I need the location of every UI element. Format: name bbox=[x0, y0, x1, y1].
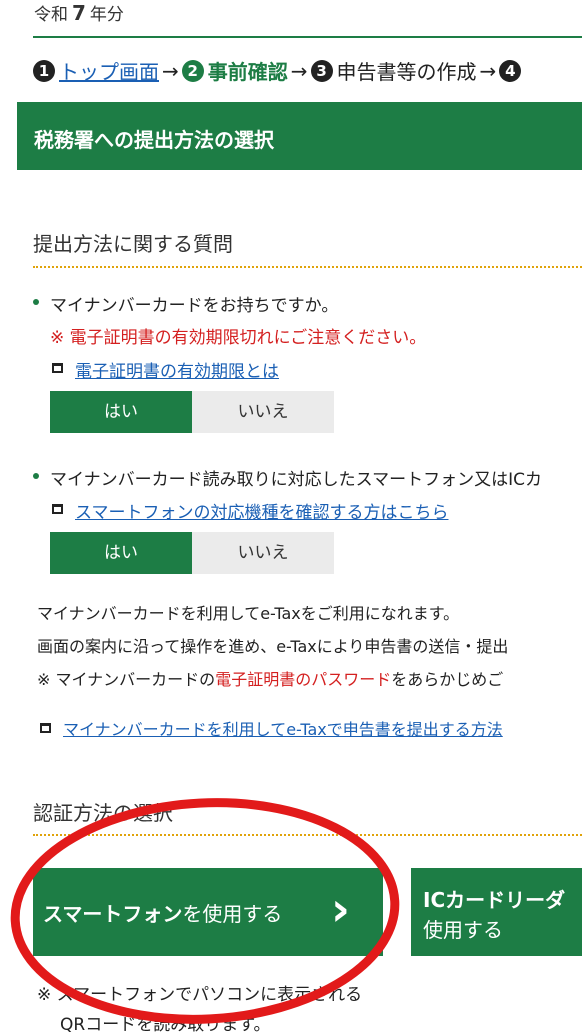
year-number: 7 bbox=[72, 1, 86, 25]
step-arrow: → bbox=[162, 58, 179, 83]
footnote-line-2: QRコードを読み取ります。 bbox=[60, 1015, 271, 1035]
header-divider bbox=[33, 36, 582, 38]
q2-yes-button[interactable]: はい bbox=[50, 532, 192, 574]
year-suffix: 年分 bbox=[89, 5, 124, 25]
q1-text: マイナンバーカードをお持ちですか。 bbox=[32, 291, 338, 316]
step-arrow: → bbox=[290, 58, 308, 83]
page-title-banner: 税務署への提出方法の選択 bbox=[17, 102, 582, 170]
password-highlight: 電子証明書のパスワード bbox=[215, 670, 392, 689]
q1-expiry-link[interactable]: 電子証明書の有効期限とは bbox=[75, 357, 279, 382]
smartphone-auth-button[interactable]: スマートフォンを使用する › bbox=[33, 868, 383, 956]
ic-card-reader-auth-button[interactable]: ICカードリーダ 使用する bbox=[411, 868, 582, 956]
etax-howto-link[interactable]: マイナンバーカードを利用してe-Taxで申告書を提出する方法 bbox=[63, 716, 503, 740]
auth-section-title: 認証方法の選択 bbox=[33, 801, 173, 825]
step-3-label: 申告書等の作成 bbox=[336, 60, 477, 84]
step-2-badge: 2 bbox=[181, 59, 204, 82]
info-line-1: マイナンバーカードを利用してe-Taxをご利用になれます。 bbox=[37, 604, 460, 623]
step-arrow: → bbox=[479, 58, 497, 83]
q1-no-button[interactable]: いいえ bbox=[192, 391, 334, 433]
auth-divider bbox=[33, 834, 582, 836]
era-label: 令和 bbox=[34, 5, 68, 25]
q1-warning: ※ 電子証明書の有効期限切れにご注意ください。 bbox=[50, 328, 427, 348]
step-1-badge: 1 bbox=[33, 59, 55, 82]
smartphone-word: スマートフォン bbox=[43, 902, 183, 926]
questions-divider bbox=[33, 266, 582, 268]
step-1-link[interactable]: トップ画面 bbox=[59, 56, 159, 85]
external-window-icon bbox=[52, 363, 63, 373]
page-title: 税務署への提出方法の選択 bbox=[34, 128, 274, 152]
external-window-icon bbox=[40, 723, 51, 733]
q1-yes-button[interactable]: はい bbox=[50, 391, 192, 433]
ic-reader-label: ICカードリーダ bbox=[423, 884, 565, 913]
ic-reader-use-text: 使用する bbox=[423, 918, 503, 942]
info-line-3: ※ マイナンバーカードの電子証明書のパスワードをあらかじめご bbox=[37, 666, 503, 690]
q2-no-button[interactable]: いいえ bbox=[192, 532, 334, 574]
info-note-suffix: をあらかじめご bbox=[391, 670, 504, 689]
info-line-2: 画面の案内に沿って操作を進め、e-Taxにより申告書の送信・提出 bbox=[37, 637, 509, 656]
info-note-prefix: ※ マイナンバーカードの bbox=[37, 670, 216, 689]
footnote-line-1: ※ スマートフォンでパソコンに表示される bbox=[37, 985, 363, 1005]
smartphone-auth-label: スマートフォンを使用する bbox=[43, 898, 282, 927]
step-2-current: 事前確認 bbox=[207, 60, 288, 84]
step-4-badge: 4 bbox=[499, 59, 522, 82]
external-window-icon bbox=[52, 504, 63, 514]
step-breadcrumb: 1 トップ画面 → 2 事前確認 → 3 申告書等の作成 → 4 bbox=[33, 56, 525, 85]
chevron-right-icon: › bbox=[331, 882, 350, 936]
questions-section-title: 提出方法に関する質問 bbox=[33, 232, 233, 256]
q2-text: マイナンバーカード読み取りに対応したスマートフォン又はICカ bbox=[32, 465, 542, 490]
ic-reader-word: ICカードリーダ bbox=[423, 888, 566, 912]
q2-device-link[interactable]: スマートフォンの対応機種を確認する方はこちら bbox=[75, 498, 449, 523]
tax-year: 令和 7 年分 bbox=[34, 0, 124, 25]
step-3-badge: 3 bbox=[310, 59, 333, 82]
use-text: を使用する bbox=[182, 902, 283, 926]
